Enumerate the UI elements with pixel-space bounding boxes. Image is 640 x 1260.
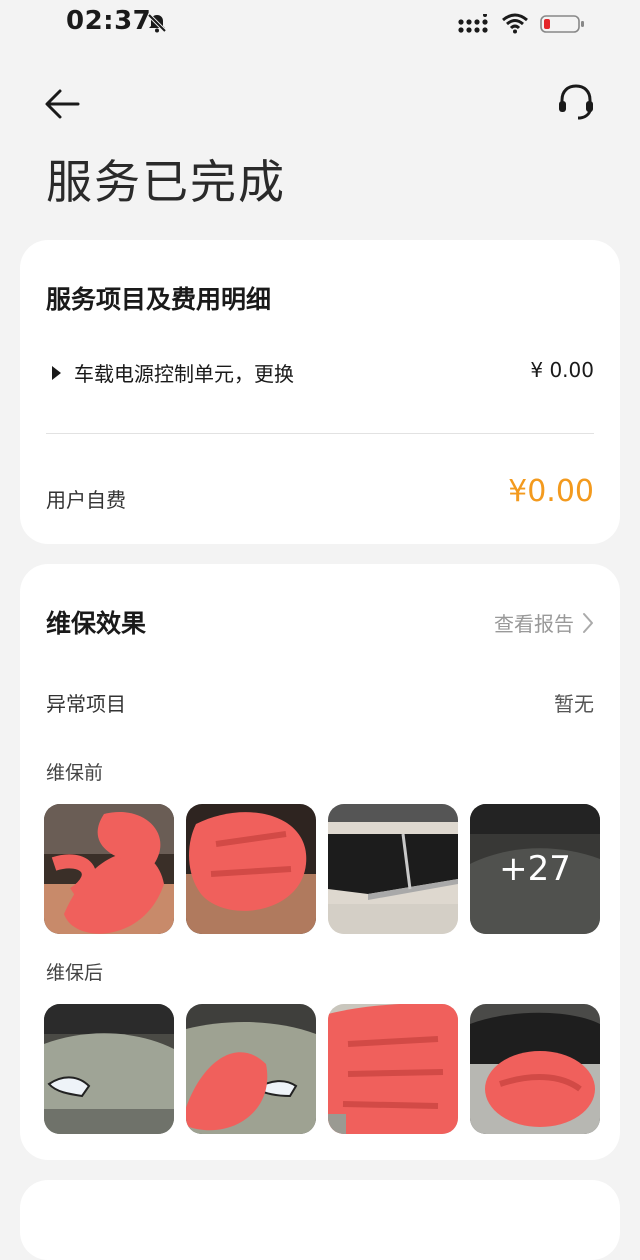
service-item-row[interactable]: 车载电源控制单元，更换 ¥ 0.00 bbox=[46, 358, 594, 390]
view-report-link[interactable]: 查看报告 bbox=[494, 608, 594, 637]
abnormal-items-value: 暂无 bbox=[554, 692, 594, 716]
back-button[interactable] bbox=[40, 84, 88, 124]
car-interior-photo bbox=[186, 804, 316, 934]
before-photo-1[interactable] bbox=[44, 804, 174, 934]
chevron-right-icon bbox=[583, 612, 593, 633]
before-photo-row: +27 bbox=[44, 804, 600, 934]
fee-details-card: 服务项目及费用明细 车载电源控制单元，更换 ¥ 0.00 用户自费 ¥0.00 bbox=[20, 240, 620, 544]
before-photo-3[interactable] bbox=[328, 804, 458, 934]
before-photo-more[interactable]: +27 bbox=[470, 804, 600, 934]
after-maintenance-label: 维保后 bbox=[46, 962, 104, 984]
car-photo bbox=[328, 1004, 458, 1134]
fee-details-title: 服务项目及费用明细 bbox=[46, 285, 272, 314]
maintenance-title: 维保效果 bbox=[46, 609, 147, 638]
bell-muted-icon bbox=[147, 13, 167, 33]
signal-icon bbox=[458, 14, 488, 33]
car-front-photo bbox=[186, 1004, 316, 1134]
view-report-label: 查看报告 bbox=[494, 612, 574, 636]
self-pay-amount: ¥0.00 bbox=[508, 474, 594, 509]
customer-service-button[interactable] bbox=[554, 80, 598, 124]
more-photos-count: +27 bbox=[470, 804, 600, 934]
after-photo-row bbox=[44, 1004, 600, 1134]
arrow-left-icon bbox=[45, 89, 80, 119]
page-title: 服务已完成 bbox=[46, 155, 286, 209]
service-item-name: 车载电源控制单元，更换 bbox=[74, 362, 294, 386]
divider bbox=[46, 433, 594, 434]
headset-icon bbox=[559, 84, 593, 120]
status-time: 02:37 bbox=[66, 6, 152, 36]
before-maintenance-label: 维保前 bbox=[46, 762, 104, 784]
after-photo-1[interactable] bbox=[44, 1004, 174, 1134]
wifi-icon bbox=[502, 13, 528, 34]
service-item-price: ¥ 0.00 bbox=[530, 358, 594, 382]
status-bar: 02:37 bbox=[0, 0, 640, 48]
car-front-photo bbox=[44, 1004, 174, 1134]
expand-arrow-icon bbox=[52, 366, 61, 380]
abnormal-items-label: 异常项目 bbox=[46, 692, 126, 716]
battery-low-icon bbox=[540, 15, 584, 33]
car-window-photo bbox=[328, 804, 458, 934]
car-photo bbox=[470, 1004, 600, 1134]
car-interior-photo bbox=[44, 804, 174, 934]
self-pay-label: 用户自费 bbox=[46, 488, 126, 512]
before-photo-2[interactable] bbox=[186, 804, 316, 934]
after-photo-4[interactable] bbox=[470, 1004, 600, 1134]
after-photo-2[interactable] bbox=[186, 1004, 316, 1134]
next-section-card bbox=[20, 1180, 620, 1260]
maintenance-result-card: 维保效果 查看报告 异常项目 暂无 维保前 +27 维保后 bbox=[20, 564, 620, 1160]
after-photo-3[interactable] bbox=[328, 1004, 458, 1134]
